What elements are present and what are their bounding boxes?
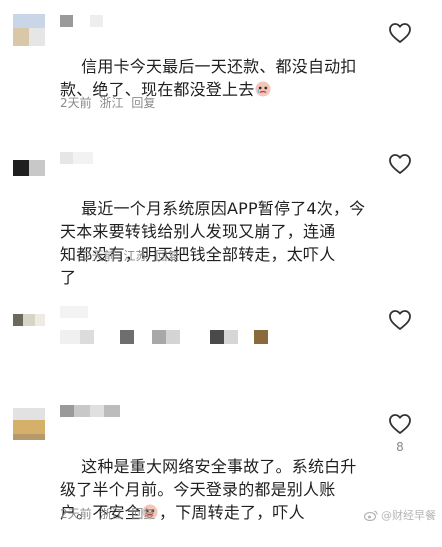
comment-location: 江苏 (123, 249, 148, 263)
heart-outline-icon (389, 154, 411, 174)
crying-face-emoji-icon (255, 80, 271, 97)
comment-meta: 2天前 浙江 回复 (60, 94, 159, 111)
comment-text: 这种是重大网络安全事故了。系统白升 级了半个月前。今天登录的都是别人账 户。不安… (60, 457, 357, 522)
avatar[interactable] (13, 14, 45, 46)
like-button[interactable] (388, 413, 412, 435)
comment-time: 2天前 (84, 249, 116, 263)
comment-meta: 2天前 浙江 回复 (60, 505, 159, 522)
avatar[interactable] (13, 152, 45, 184)
comment-time: 2天前 (60, 96, 92, 110)
like-button[interactable] (388, 309, 412, 331)
weibo-logo-icon (364, 509, 378, 521)
comment-text: 最近一个月系统原因APP暂停了4次，今 天本来要转钱给别人发现又崩了，连通 知都… (60, 199, 366, 287)
comment-location: 浙江 (99, 507, 124, 521)
like-button[interactable] (388, 153, 412, 175)
comment-meta: 2天前 江苏 回复 (84, 247, 183, 264)
comment-location: 浙江 (99, 96, 124, 110)
watermark-text: @财经早餐 (381, 509, 436, 522)
watermark: @财经早餐 (364, 507, 436, 523)
like-count: 8 (396, 440, 404, 454)
comment-time: 2天前 (60, 507, 92, 521)
reply-button[interactable]: 回复 (155, 249, 179, 263)
reply-button[interactable]: 回复 (131, 507, 155, 521)
avatar[interactable] (13, 308, 45, 340)
reply-button[interactable]: 回复 (131, 96, 155, 110)
like-button[interactable] (388, 22, 412, 44)
heart-outline-icon (389, 23, 411, 43)
heart-outline-icon (389, 414, 411, 434)
avatar[interactable] (13, 408, 45, 440)
heart-outline-icon (389, 310, 411, 330)
